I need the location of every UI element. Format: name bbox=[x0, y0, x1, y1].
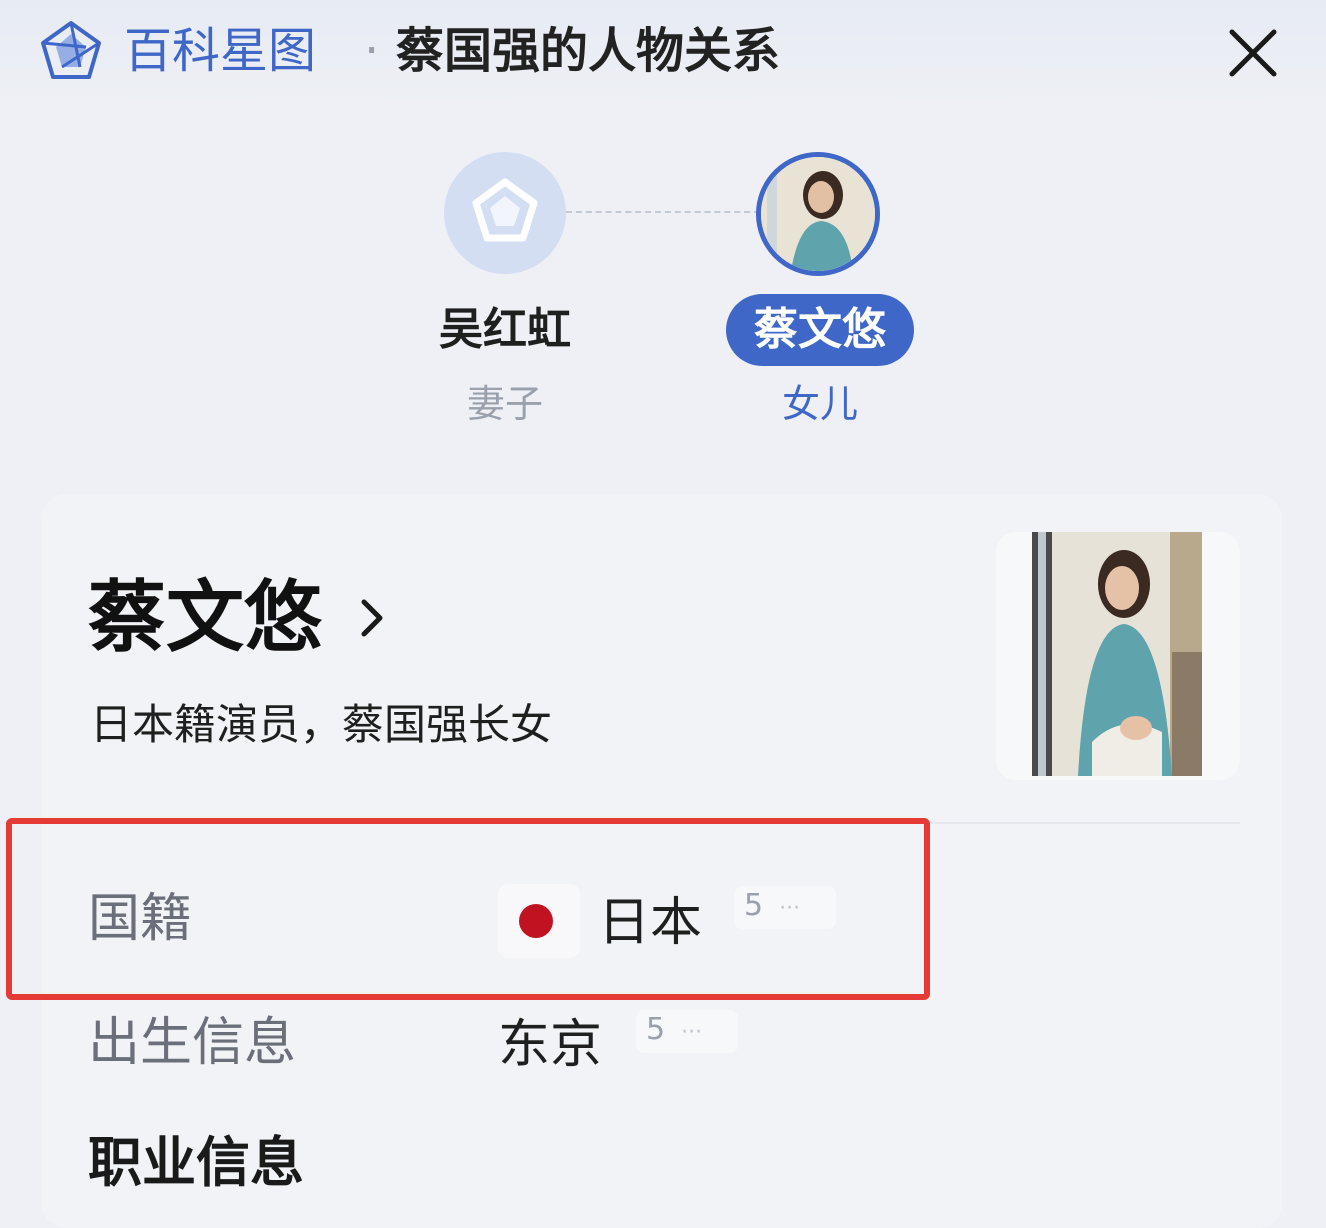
source-count-nationality[interactable]: 5 ··· bbox=[734, 886, 836, 929]
more-icon: ··· bbox=[681, 1020, 703, 1045]
relation-label-daughter: 女儿 bbox=[781, 382, 858, 426]
profile-description: 日本籍演员，蔡国强长女 bbox=[90, 700, 553, 749]
fact-value-birth[interactable]: 东京 bbox=[498, 1010, 602, 1080]
profile-portrait[interactable] bbox=[1032, 532, 1202, 776]
star-placeholder-icon bbox=[472, 178, 538, 242]
relation-node-daughter[interactable] bbox=[756, 152, 880, 276]
star-logo-icon bbox=[41, 21, 101, 79]
close-icon[interactable] bbox=[1226, 26, 1280, 80]
avatar bbox=[761, 157, 875, 271]
fact-label-birth: 出生信息 bbox=[88, 1013, 297, 1073]
relation-connector bbox=[566, 211, 760, 213]
source-count: 5 bbox=[646, 1012, 666, 1047]
relation-node-wife[interactable] bbox=[444, 152, 566, 274]
source-count: 5 bbox=[744, 888, 764, 923]
japan-flag-icon bbox=[519, 904, 553, 938]
source-count-birth[interactable]: 5 ··· bbox=[636, 1010, 738, 1053]
relation-name-daughter[interactable]: 蔡文悠 bbox=[726, 294, 914, 366]
chevron-right-icon[interactable] bbox=[352, 592, 392, 644]
fact-value-nationality[interactable]: 日本 bbox=[598, 888, 702, 958]
profile-name[interactable]: 蔡文悠 bbox=[88, 570, 322, 666]
title-separator: · bbox=[364, 23, 380, 79]
brand-name: 百科星图 bbox=[124, 23, 317, 79]
fact-label-nationality: 国籍 bbox=[88, 889, 193, 949]
relation-name-wife[interactable]: 吴红虹 bbox=[405, 300, 605, 360]
divider bbox=[930, 822, 1240, 824]
relation-label-wife: 妻子 bbox=[466, 382, 543, 426]
more-icon: ··· bbox=[779, 896, 801, 921]
section-heading-career: 职业信息 bbox=[88, 1131, 304, 1194]
page-title: 蔡国强的人物关系 bbox=[396, 23, 781, 79]
